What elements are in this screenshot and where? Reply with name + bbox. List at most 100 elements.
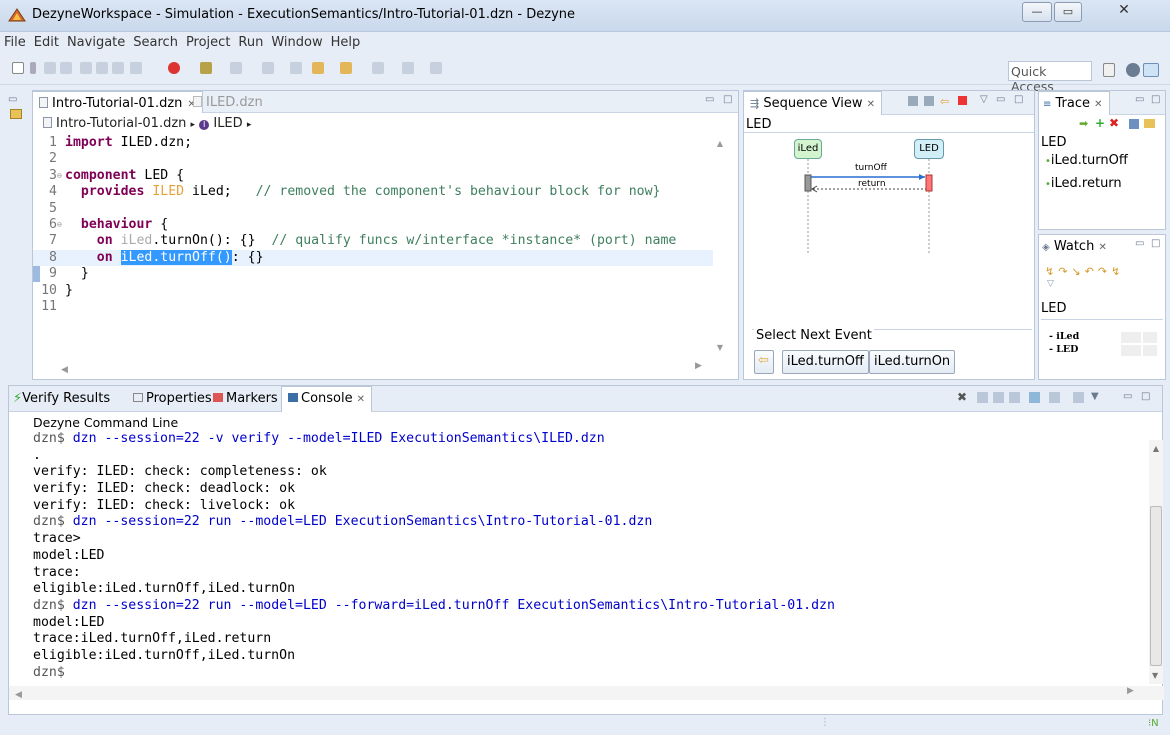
scroll-up-icon[interactable]: ▲ bbox=[1149, 444, 1163, 453]
tab-sequence-view[interactable]: ⇶ Sequence View ✕ bbox=[743, 91, 882, 115]
scroll-right-icon[interactable]: ▶ bbox=[1127, 686, 1134, 696]
back-event-button[interactable]: ⇦ bbox=[754, 350, 774, 374]
tab-properties[interactable]: Properties bbox=[133, 391, 212, 406]
scroll-lock-icon[interactable] bbox=[977, 392, 988, 403]
lifeline-led[interactable]: LED bbox=[914, 139, 944, 159]
menu-run[interactable]: Run bbox=[234, 32, 267, 50]
copy-icon[interactable] bbox=[908, 96, 918, 106]
code-line[interactable]: 11 bbox=[33, 299, 713, 315]
tab-intro-tutorial[interactable]: Intro-Tutorial-01.dzn ✕ bbox=[32, 91, 203, 113]
watch-menu-icon[interactable]: ▽ bbox=[1047, 279, 1054, 289]
menu-project[interactable]: Project bbox=[182, 32, 234, 50]
add-icon[interactable]: + bbox=[1095, 116, 1105, 130]
code-line[interactable]: 7 on iLed.turnOn(): {} // qualify funcs … bbox=[33, 233, 713, 249]
minimize-button[interactable]: — bbox=[1022, 2, 1052, 22]
lifeline-iled[interactable]: iLed bbox=[794, 139, 822, 159]
back-icon[interactable] bbox=[312, 62, 324, 74]
pin-icon[interactable] bbox=[402, 62, 414, 74]
maximize-view-icon[interactable]: □ bbox=[1151, 238, 1160, 249]
editor-hscrollbar[interactable]: ◀ ▶ bbox=[61, 361, 711, 375]
open-console-icon[interactable] bbox=[1049, 392, 1060, 403]
restore-icon[interactable]: ▭ bbox=[8, 94, 17, 105]
project-explorer-icon[interactable] bbox=[10, 109, 22, 119]
tab-console[interactable]: Console ✕ bbox=[281, 386, 372, 412]
scroll-right-icon[interactable]: ▶ bbox=[695, 361, 702, 371]
code-area[interactable]: 1 import ILED.dzn; 2 3 component LED {⊖ 4 pro… bbox=[33, 135, 713, 370]
code-line[interactable]: 9 } bbox=[33, 266, 713, 282]
code-line[interactable]: 6 behaviour {⊖ bbox=[33, 217, 713, 233]
forward-nav-icon[interactable] bbox=[372, 62, 384, 74]
scroll-left-icon[interactable]: ◀ bbox=[15, 690, 22, 700]
watch-step-icons[interactable]: ↯↷↘↶↷↯ bbox=[1045, 265, 1124, 278]
breadcrumb-item[interactable]: ILED bbox=[213, 116, 242, 131]
new-console-icon[interactable] bbox=[1073, 392, 1084, 403]
word-wrap-icon[interactable] bbox=[993, 392, 1004, 403]
remove-icon[interactable]: ✖ bbox=[1109, 116, 1119, 130]
code-line[interactable]: 1 import ILED.dzn; bbox=[33, 135, 713, 151]
console-scroll-thumb[interactable] bbox=[1150, 506, 1162, 666]
edit-icon[interactable] bbox=[430, 62, 442, 74]
run-icon[interactable] bbox=[168, 62, 180, 74]
quick-access-field[interactable]: Quick Access bbox=[1008, 61, 1092, 94]
maximize-view-icon[interactable]: □ bbox=[1151, 94, 1160, 105]
code-line[interactable]: 2 bbox=[33, 151, 713, 167]
console-hscrollbar[interactable]: ◀ ▶ bbox=[9, 686, 1164, 700]
watch-row[interactable]: - iLed bbox=[1049, 331, 1159, 344]
open-trace-icon[interactable] bbox=[1144, 119, 1155, 128]
code-line[interactable]: 8 on iLed.turnOff(): {} bbox=[33, 249, 713, 267]
tab-iled[interactable]: ILED.dzn bbox=[187, 91, 269, 113]
minimize-view-icon[interactable]: ▭ bbox=[705, 94, 714, 105]
close-tab-icon[interactable]: ✕ bbox=[867, 99, 875, 110]
fold-icon[interactable]: ⊖ bbox=[57, 217, 62, 233]
editor-vscrollbar[interactable]: ▲ ▼ bbox=[713, 135, 727, 365]
scroll-left-icon[interactable]: ◀ bbox=[61, 365, 68, 375]
fold-icon[interactable]: ⊖ bbox=[57, 168, 62, 184]
event-button-turnon[interactable]: iLed.turnOn bbox=[869, 350, 956, 374]
save-trace-icon[interactable] bbox=[1129, 119, 1139, 129]
dropdown-icon[interactable] bbox=[30, 62, 36, 74]
close-tab-icon[interactable]: ✕ bbox=[1098, 242, 1106, 253]
scroll-down-icon[interactable]: ▼ bbox=[713, 343, 727, 352]
display-console-icon[interactable] bbox=[1029, 392, 1040, 403]
minimize-view-icon[interactable]: ▭ bbox=[996, 94, 1005, 105]
maximize-view-icon[interactable]: □ bbox=[723, 94, 732, 105]
minimize-view-icon[interactable]: ▭ bbox=[1123, 391, 1132, 402]
back-nav-icon[interactable] bbox=[340, 62, 352, 74]
maximize-button[interactable]: ▭ bbox=[1054, 2, 1082, 22]
maximize-view-icon[interactable]: □ bbox=[1141, 391, 1150, 402]
simulation-perspective-icon[interactable] bbox=[1143, 63, 1159, 77]
close-button[interactable]: ✕ bbox=[1084, 2, 1164, 22]
pen-icon[interactable] bbox=[200, 62, 212, 74]
view-menu-icon[interactable]: ▽ bbox=[980, 94, 988, 105]
code-line[interactable]: 4 provides ILED iLed; // removed the com… bbox=[33, 184, 713, 200]
trace-item[interactable]: •iLed.return bbox=[1045, 176, 1122, 191]
event-button-turnoff[interactable]: iLed.turnOff bbox=[782, 350, 869, 374]
menu-search[interactable]: Search bbox=[129, 32, 182, 50]
save-icon[interactable] bbox=[44, 62, 56, 74]
close-tab-icon[interactable]: ✕ bbox=[1094, 99, 1102, 110]
step-forward-icon[interactable]: ➡ bbox=[1079, 117, 1088, 130]
minimize-view-icon[interactable]: ▭ bbox=[1135, 238, 1144, 249]
menu-window[interactable]: Window bbox=[267, 32, 326, 50]
scroll-down-icon[interactable]: ▼ bbox=[1152, 671, 1158, 680]
menu-edit[interactable]: Edit bbox=[30, 32, 63, 50]
step-icon[interactable] bbox=[96, 62, 108, 74]
tab-markers[interactable]: Markers bbox=[213, 391, 278, 406]
code-line[interactable]: 3 component LED {⊖ bbox=[33, 168, 713, 184]
new-icon[interactable] bbox=[12, 62, 24, 74]
menu-help[interactable]: Help bbox=[327, 32, 365, 50]
save-all-icon[interactable] bbox=[60, 62, 72, 74]
maximize-view-icon[interactable]: □ bbox=[1014, 94, 1023, 105]
debug-icon[interactable] bbox=[130, 62, 142, 74]
debug-perspective-icon[interactable] bbox=[1126, 63, 1140, 77]
watch-row[interactable]: - LED bbox=[1049, 344, 1159, 357]
nav-icon[interactable] bbox=[262, 62, 274, 74]
print-icon[interactable] bbox=[924, 96, 934, 106]
menu-navigate[interactable]: Navigate bbox=[63, 32, 129, 50]
tab-watch[interactable]: ◈ Watch ✕ bbox=[1038, 235, 1113, 259]
breadcrumb-file[interactable]: Intro-Tutorial-01.dzn bbox=[56, 116, 186, 131]
trace-item[interactable]: •iLed.turnOff bbox=[1045, 153, 1128, 168]
back-arrow-icon[interactable]: ⇦ bbox=[940, 95, 949, 108]
view-menu-icon[interactable]: ▼ bbox=[1091, 391, 1099, 402]
tab-trace[interactable]: ≡ Trace ✕ bbox=[1038, 91, 1110, 115]
